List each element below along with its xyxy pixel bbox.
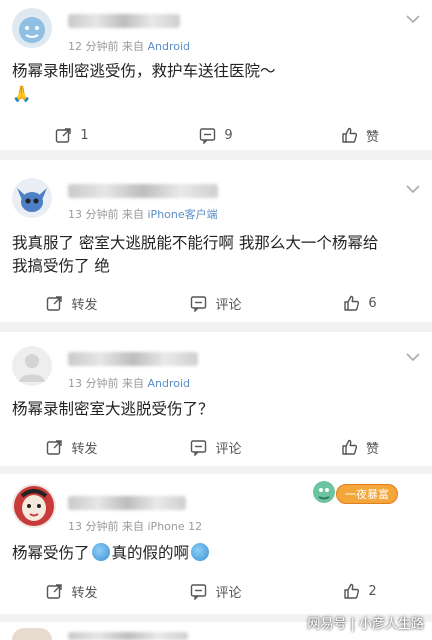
like-count: 赞: [365, 129, 379, 145]
comment-line: 🙏: [12, 85, 32, 103]
thumbs-up-icon: [344, 583, 360, 599]
source-prefix: 来自: [122, 377, 144, 390]
dragon-decoration-icon: [313, 481, 335, 503]
source-name[interactable]: iPhone 12: [148, 520, 203, 533]
timestamp: 13 分钟前: [68, 377, 119, 390]
timestamp: 12 分钟前: [68, 40, 119, 53]
comment-count: 9: [224, 127, 233, 143]
like-count: 6: [368, 295, 377, 311]
repost-label: 转发: [71, 297, 98, 313]
timestamp: 13 分钟前: [68, 520, 119, 533]
source-name[interactable]: Android: [148, 377, 191, 390]
avatar[interactable]: [12, 484, 56, 528]
comment-line: 杨幂录制密逃受伤，救护车送往医院～: [12, 62, 276, 80]
like-button[interactable]: 2: [288, 580, 432, 602]
comment-icon: [191, 583, 207, 600]
emoji-icon: [91, 543, 110, 561]
username-blurred[interactable]: [68, 352, 198, 366]
comment-meta: 13 分钟前 来自 iPhone客户端: [68, 206, 218, 222]
comment-text: 我真服了 密室大逃脱能不能行啊 我那么大一个杨幂给 我搞受伤了 绝: [12, 232, 418, 278]
repost-icon: [47, 295, 63, 311]
comment-line: 我搞受伤了 绝: [12, 257, 110, 275]
source-name[interactable]: Android: [148, 40, 191, 53]
comment-button[interactable]: 评论: [144, 436, 288, 458]
avatar[interactable]: [12, 346, 52, 386]
action-bar: 1 9 赞: [0, 124, 432, 146]
comment-line: 我真服了 密室大逃脱能不能行啊 我那么大一个杨幂给: [12, 234, 379, 252]
username-blurred[interactable]: [68, 632, 188, 640]
like-count: 2: [368, 583, 377, 599]
like-button[interactable]: 6: [288, 292, 432, 314]
username-blurred[interactable]: [68, 14, 180, 28]
timestamp: 13 分钟前: [68, 208, 119, 221]
repost-icon: [56, 127, 72, 143]
thumbs-up-icon: [342, 439, 358, 455]
comment-card: 13 分钟前 来自 Android 杨幂录制密室大逃脱受伤了？ 转发 评论 赞: [0, 332, 432, 466]
comment-meta: 12 分钟前 来自 Android: [68, 38, 190, 54]
comment-button[interactable]: 评论: [144, 292, 288, 314]
comment-text: 杨幂受伤了 真的假的啊: [12, 542, 418, 565]
repost-icon: [47, 583, 63, 599]
action-bar: 转发 评论 2: [0, 580, 432, 602]
comment-card: 13 分钟前 来自 iPhone客户端 我真服了 密室大逃脱能不能行啊 我那么大…: [0, 160, 432, 322]
chevron-down-icon[interactable]: [406, 14, 420, 24]
comment-meta: 13 分钟前 来自 Android: [68, 375, 190, 391]
comment-button[interactable]: 评论: [144, 580, 288, 602]
repost-icon: [47, 439, 63, 455]
like-button[interactable]: 赞: [288, 436, 432, 458]
comment-icon: [191, 439, 207, 456]
comment-icon: [191, 295, 207, 312]
comment-line: 杨幂录制密室大逃脱受伤了？: [12, 400, 214, 418]
repost-button[interactable]: 转发: [0, 436, 144, 458]
comment-text: 杨幂录制密逃受伤，救护车送往医院～ 🙏: [12, 60, 418, 106]
comment-segment: 杨幂受伤了: [12, 544, 90, 562]
chevron-down-icon[interactable]: [406, 184, 420, 194]
source-prefix: 来自: [122, 40, 144, 53]
comment-label: 评论: [215, 585, 242, 601]
action-bar: 转发 评论 6: [0, 292, 432, 314]
comment-meta: 13 分钟前 来自 iPhone 12: [68, 518, 202, 534]
comment-label: 评论: [215, 441, 242, 457]
like-label: 赞: [365, 441, 379, 457]
repost-button[interactable]: 转发: [0, 580, 144, 602]
emoji-icon: [191, 543, 210, 561]
comment-icon: [200, 127, 216, 144]
decoration-badge: 一夜暴富: [336, 484, 398, 504]
thumbs-up-icon: [344, 295, 360, 311]
username-blurred[interactable]: [68, 496, 186, 510]
avatar[interactable]: [12, 178, 52, 218]
source-name[interactable]: iPhone客户端: [148, 208, 218, 221]
comment-card: 12 分钟前 来自 Android 杨幂录制密逃受伤，救护车送往医院～ 🙏 1 …: [0, 0, 432, 150]
repost-count: 1: [80, 127, 89, 143]
comment-button[interactable]: 9: [144, 124, 288, 146]
repost-label: 转发: [71, 441, 98, 457]
comment-segment: 真的假的啊: [111, 544, 190, 562]
comment-card: 一夜暴富 13 分钟前 来自 iPhone 12 杨幂受伤了 真的假的啊 转发 评…: [0, 474, 432, 614]
thumbs-up-icon: [342, 127, 358, 143]
repost-button[interactable]: 转发: [0, 292, 144, 314]
avatar[interactable]: [12, 628, 52, 640]
like-button[interactable]: 赞: [288, 124, 432, 146]
source-prefix: 来自: [122, 520, 144, 533]
comment-text: 杨幂录制密室大逃脱受伤了？: [12, 398, 418, 421]
avatar[interactable]: [12, 8, 52, 48]
username-blurred[interactable]: [68, 184, 218, 198]
action-bar: 转发 评论 赞: [0, 436, 432, 458]
chevron-down-icon[interactable]: [406, 352, 420, 362]
comment-label: 评论: [215, 297, 242, 313]
repost-label: 转发: [71, 585, 98, 601]
watermark: 网易号 | 小彦人生路: [307, 617, 424, 632]
repost-button[interactable]: 1: [0, 124, 144, 146]
source-prefix: 来自: [122, 208, 144, 221]
